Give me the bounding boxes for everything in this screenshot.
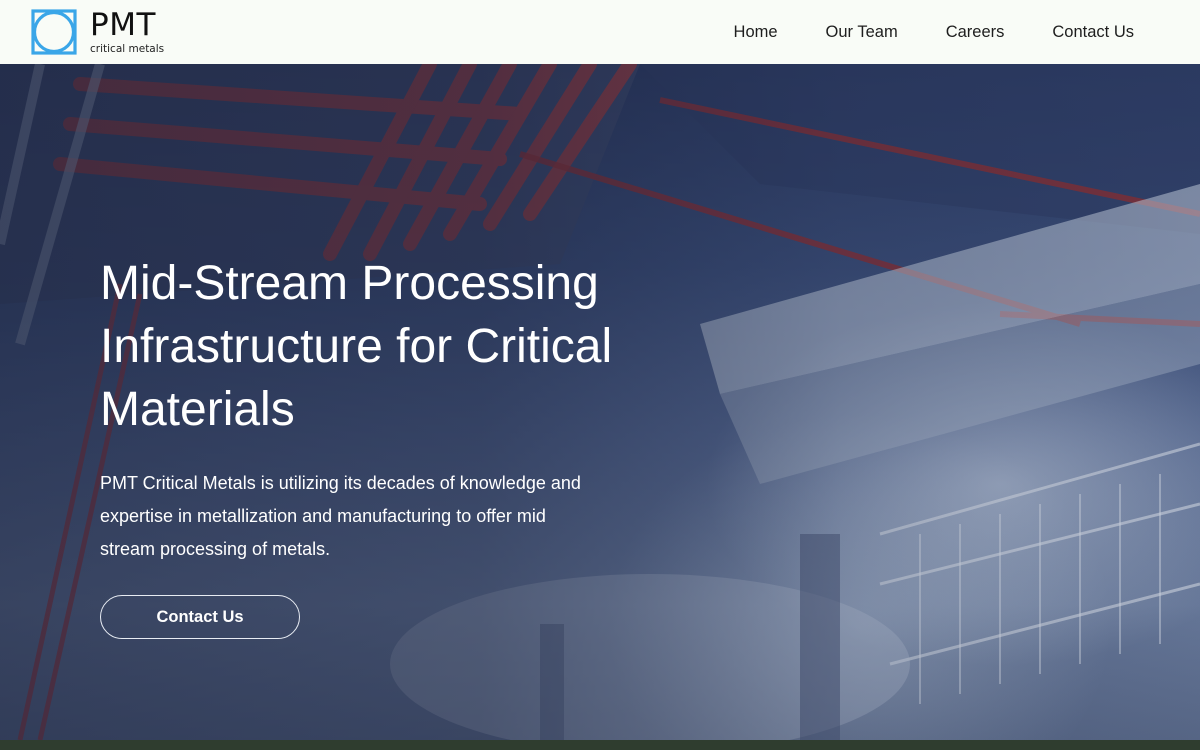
nav-item-our-team[interactable]: Our Team: [826, 23, 898, 42]
footer-strip: [0, 740, 1200, 750]
square-circle-logo-icon: [31, 9, 77, 55]
nav-item-home[interactable]: Home: [734, 23, 778, 42]
hero-title: Mid-Stream Processing Infrastructure for…: [100, 257, 613, 436]
hero-content: Mid-Stream Processing Infrastructure for…: [100, 252, 640, 566]
brand-logo[interactable]: PMT critical metals: [30, 8, 164, 56]
hero-description: PMT Critical Metals is utilizing its dec…: [100, 473, 581, 559]
brand-text: PMT critical metals: [90, 6, 165, 55]
contact-us-button[interactable]: Contact Us: [100, 595, 300, 639]
brand-name: PMT: [90, 6, 156, 43]
hero-section: Mid-Stream Processing Infrastructure for…: [0, 64, 1200, 740]
nav-item-careers[interactable]: Careers: [946, 23, 1005, 42]
main-nav: Home Our Team Careers Contact Us: [686, 0, 1134, 64]
site-header: PMT critical metals Home Our Team Career…: [0, 0, 1200, 64]
nav-item-contact-us[interactable]: Contact Us: [1052, 23, 1134, 42]
brand-tagline: critical metals: [90, 42, 165, 55]
